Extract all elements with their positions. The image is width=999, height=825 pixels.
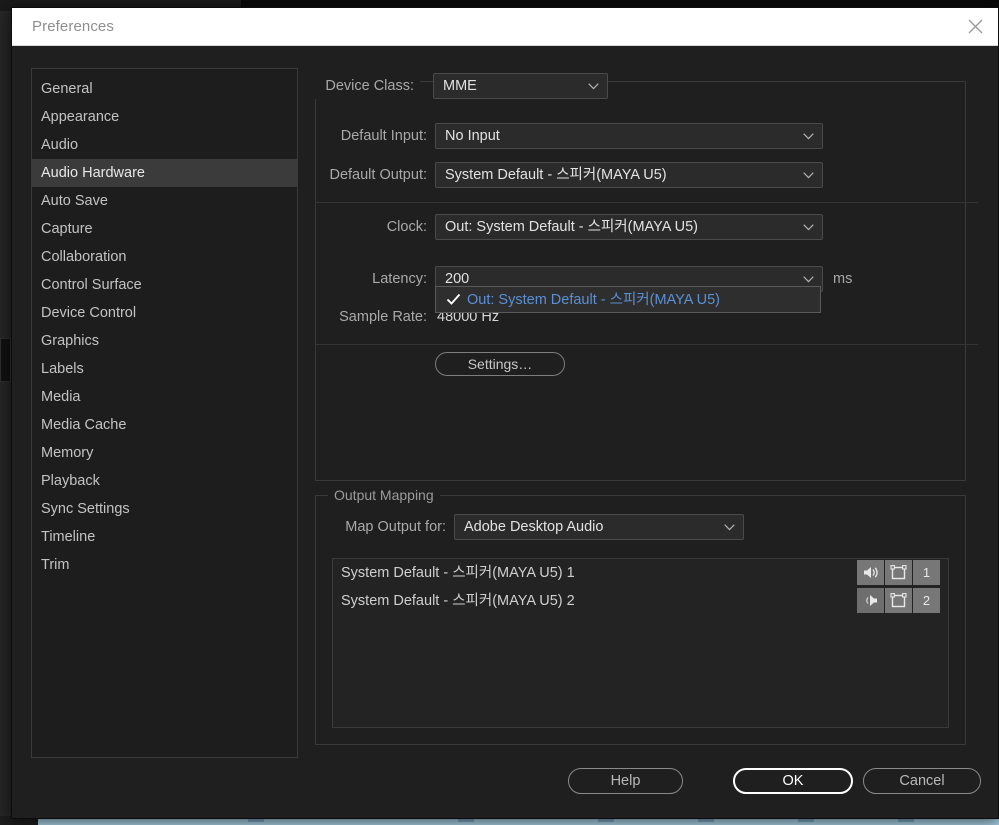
output-channel-number[interactable]: 1 xyxy=(913,560,940,585)
sidebar-item-device-control[interactable]: Device Control xyxy=(32,299,297,327)
sidebar-item-label: Timeline xyxy=(41,529,96,545)
sidebar-item-label: General xyxy=(41,81,93,97)
cancel-button[interactable]: Cancel xyxy=(863,768,981,794)
sidebar-item-label: Trim xyxy=(41,557,70,573)
default-output-label: Default Output: xyxy=(329,167,427,183)
audio-settings-button[interactable]: Settings… xyxy=(435,352,565,376)
sidebar-item-label: Capture xyxy=(41,221,93,237)
device-class-row: Device Class: MME xyxy=(315,73,978,99)
clock-dropdown-popup[interactable]: Out: System Default - 스피커(MAYA U5) xyxy=(435,286,821,313)
sidebar-item-collaboration[interactable]: Collaboration xyxy=(32,243,297,271)
speaker-left-icon[interactable] xyxy=(857,560,884,585)
chevron-down-icon xyxy=(803,172,814,179)
divider xyxy=(315,344,978,345)
sidebar-item-timeline[interactable]: Timeline xyxy=(32,523,297,551)
device-class-dropdown[interactable]: MME xyxy=(433,73,608,99)
chevron-down-icon xyxy=(588,83,599,90)
latency-unit-label: ms xyxy=(833,271,853,287)
sidebar-item-label: Audio Hardware xyxy=(41,165,145,181)
default-input-label: Default Input: xyxy=(340,128,427,144)
sidebar-item-control-surface[interactable]: Control Surface xyxy=(32,271,297,299)
clock-value: Out: System Default - 스피커(MAYA U5) xyxy=(445,219,699,235)
check-icon xyxy=(446,293,461,305)
output-channel-list[interactable]: System Default - 스피커(MAYA U5) 1 1 System… xyxy=(332,558,949,728)
page-title: Preferences xyxy=(32,18,114,35)
preferences-dialog: Preferences General Appearance Audio Aud… xyxy=(11,7,999,819)
sidebar-item-memory[interactable]: Memory xyxy=(32,439,297,467)
sidebar-item-label: Device Control xyxy=(41,305,137,321)
map-output-dropdown[interactable]: Adobe Desktop Audio xyxy=(454,514,744,540)
dialog-body: General Appearance Audio Audio Hardware … xyxy=(12,46,998,818)
sidebar-item-appearance[interactable]: Appearance xyxy=(32,103,297,131)
divider xyxy=(315,202,978,203)
default-output-value: System Default - 스피커(MAYA U5) xyxy=(445,167,667,183)
sidebar-item-audio-hardware[interactable]: Audio Hardware xyxy=(32,159,297,187)
clock-dropdown[interactable]: Out: System Default - 스피커(MAYA U5) xyxy=(435,214,823,240)
speaker-right-icon[interactable] xyxy=(857,588,884,613)
map-output-value: Adobe Desktop Audio xyxy=(464,519,604,535)
sidebar-item-label: Control Surface xyxy=(41,277,142,293)
sample-rate-label: Sample Rate: xyxy=(339,309,427,325)
clock-label: Clock: xyxy=(386,219,427,235)
dialog-titlebar: Preferences xyxy=(12,8,998,46)
map-output-row: Map Output for: Adobe Desktop Audio xyxy=(316,514,965,540)
sidebar-item-general[interactable]: General xyxy=(32,75,297,103)
preferences-category-list[interactable]: General Appearance Audio Audio Hardware … xyxy=(31,68,298,758)
clock-option-label: Out: System Default - 스피커(MAYA U5) xyxy=(467,292,721,308)
chevron-down-icon xyxy=(803,224,814,231)
device-class-value: MME xyxy=(443,78,477,94)
sidebar-item-auto-save[interactable]: Auto Save xyxy=(32,187,297,215)
sidebar-item-label: Collaboration xyxy=(41,249,127,265)
chevron-down-icon xyxy=(803,133,814,140)
output-row-controls: 2 xyxy=(857,588,940,613)
backdrop-left-notch xyxy=(0,338,11,382)
output-mapping-group: Output Mapping Map Output for: Adobe Des… xyxy=(315,487,966,745)
sidebar-item-label: Auto Save xyxy=(41,193,108,209)
dialog-footer: Help OK Cancel xyxy=(315,764,981,804)
output-row-label: System Default - 스피커(MAYA U5) 1 xyxy=(341,565,575,581)
sidebar-item-graphics[interactable]: Graphics xyxy=(32,327,297,355)
chevron-down-icon xyxy=(803,276,814,283)
sidebar-item-media-cache[interactable]: Media Cache xyxy=(32,411,297,439)
default-output-dropdown[interactable]: System Default - 스피커(MAYA U5) xyxy=(435,162,823,188)
ok-button[interactable]: OK xyxy=(733,768,853,794)
sidebar-item-label: Playback xyxy=(41,473,100,489)
output-channel-number[interactable]: 2 xyxy=(913,588,940,613)
channel-bracket-icon[interactable] xyxy=(885,560,912,585)
sidebar-item-label: Sync Settings xyxy=(41,501,130,517)
table-row[interactable]: System Default - 스피커(MAYA U5) 1 1 xyxy=(333,559,948,587)
sidebar-item-label: Media xyxy=(41,389,81,405)
sidebar-item-label: Labels xyxy=(41,361,84,377)
sidebar-item-label: Graphics xyxy=(41,333,100,349)
default-input-value: No Input xyxy=(445,128,500,144)
sidebar-item-trim[interactable]: Trim xyxy=(32,551,297,579)
sidebar-item-audio[interactable]: Audio xyxy=(32,131,297,159)
sidebar-item-capture[interactable]: Capture xyxy=(32,215,297,243)
sidebar-item-label: Appearance xyxy=(41,109,120,125)
map-output-label: Map Output for: xyxy=(345,519,446,535)
output-mapping-legend: Output Mapping xyxy=(328,487,440,503)
sidebar-item-labels[interactable]: Labels xyxy=(32,355,297,383)
chevron-down-icon xyxy=(724,524,735,531)
output-row-controls: 1 xyxy=(857,560,940,585)
channel-bracket-icon[interactable] xyxy=(885,588,912,613)
sidebar-item-media[interactable]: Media xyxy=(32,383,297,411)
help-button[interactable]: Help xyxy=(568,768,683,794)
sidebar-item-label: Audio xyxy=(41,137,79,153)
device-class-label: Device Class: xyxy=(315,73,420,99)
default-input-dropdown[interactable]: No Input xyxy=(435,123,823,149)
close-icon[interactable] xyxy=(952,8,998,45)
latency-label: Latency: xyxy=(372,271,427,287)
sidebar-item-playback[interactable]: Playback xyxy=(32,467,297,495)
sidebar-item-label: Memory xyxy=(41,445,94,461)
sidebar-item-label: Media Cache xyxy=(41,417,127,433)
table-row[interactable]: System Default - 스피커(MAYA U5) 2 2 xyxy=(333,587,948,615)
default-input-row: Default Input: No Input xyxy=(315,123,978,149)
output-row-label: System Default - 스피커(MAYA U5) 2 xyxy=(341,593,575,609)
clock-row: Clock: Out: System Default - 스피커(MAYA U5… xyxy=(315,214,978,240)
audio-hardware-panel: Device Class: MME Default Input: No Inpu… xyxy=(315,68,981,796)
sidebar-item-sync-settings[interactable]: Sync Settings xyxy=(32,495,297,523)
default-output-row: Default Output: System Default - 스피커(MAY… xyxy=(315,162,978,188)
